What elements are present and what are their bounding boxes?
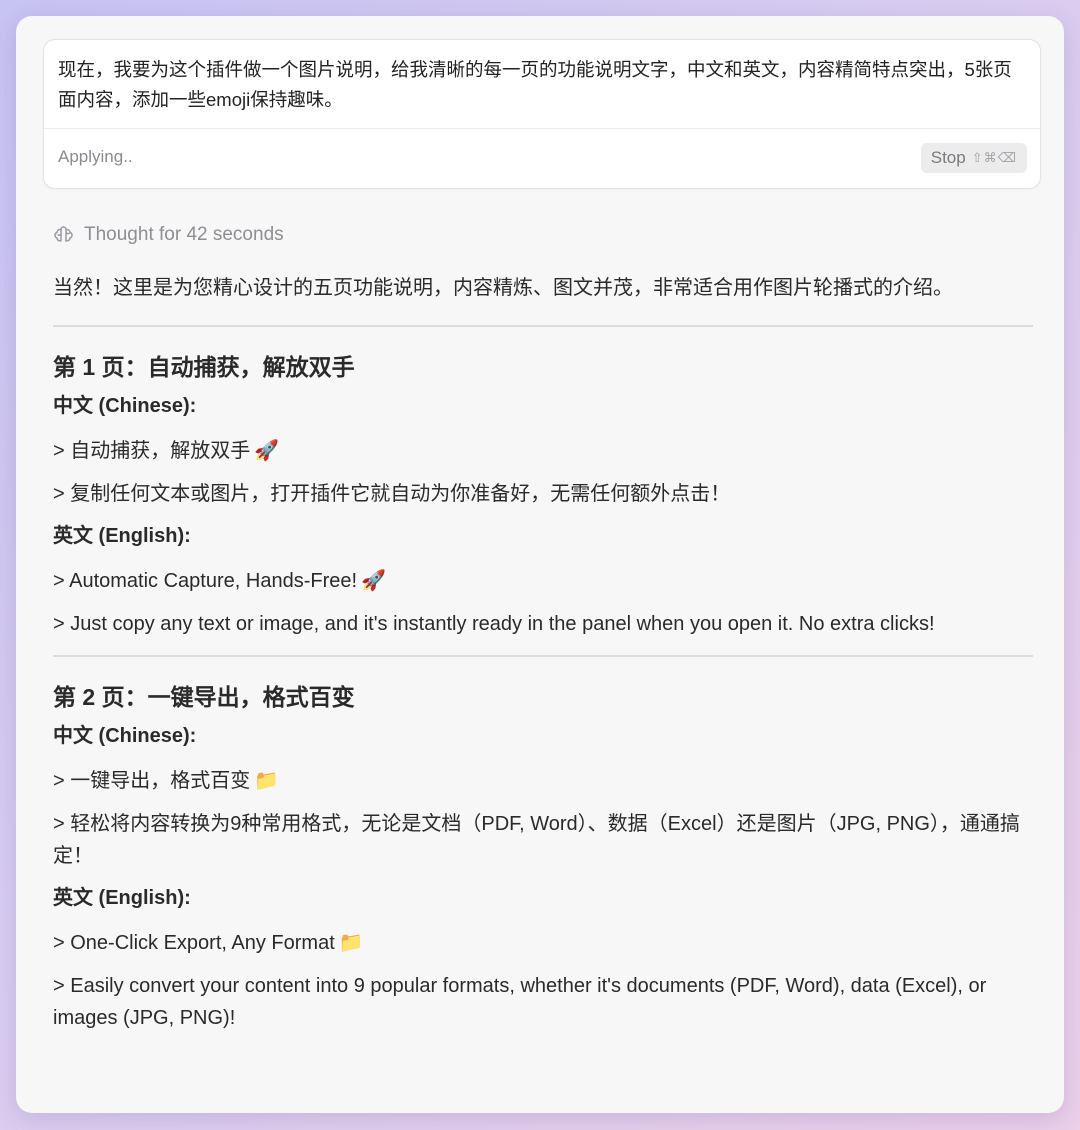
section-title: 第 2 页：一键导出，格式百变 (53, 684, 355, 710)
stop-button-label: Stop (930, 148, 966, 167)
section-divider (53, 325, 1033, 327)
quote-line: > One-Click Export, Any Format 📁 (53, 926, 1033, 959)
quote-line: > Automatic Capture, Hands-Free! 🚀 (53, 564, 1033, 597)
page-section-2: 第 2 页：一键导出，格式百变 中文 (Chinese): > 一键导出，格式百… (53, 679, 1033, 1034)
thought-toggle[interactable]: Thought for 42 seconds (53, 224, 284, 246)
quote-line: > 一键导出，格式百变 📁 (53, 764, 1033, 797)
quote-text: > 一键导出，格式百变 (53, 770, 251, 792)
chinese-label: 中文 (Chinese): (53, 395, 197, 417)
english-label: 英文 (English): (53, 887, 191, 909)
english-label: 英文 (English): (53, 525, 191, 547)
quote-line: > 复制任何文本或图片，打开插件它就自动为你准备好，无需任何额外点击！ (53, 478, 1033, 510)
section-divider (53, 655, 1033, 657)
brain-icon (53, 226, 75, 244)
applying-status: Applying.. (58, 147, 133, 166)
quote-text: > 复制任何文本或图片，打开插件它就自动为你准备好，无需任何额外点击！ (53, 483, 731, 505)
quote-text: > Automatic Capture, Hands-Free! (53, 570, 358, 592)
quote-text: > Easily convert your content into 9 pop… (53, 975, 987, 1029)
prompt-text[interactable]: 现在，我要为这个插件做一个图片说明，给我清晰的每一页的功能说明文字，中文和英文，… (58, 55, 1023, 115)
chinese-label: 中文 (Chinese): (53, 725, 197, 747)
quote-text: > 自动捕获，解放双手 (53, 440, 251, 462)
section-title: 第 1 页：自动捕获，解放双手 (53, 354, 355, 380)
quote-line: > 轻松将内容转换为9种常用格式，无论是文档（PDF, Word）、数据（Exc… (53, 808, 1033, 872)
rocket-icon: 🚀 (361, 568, 386, 592)
quote-text: > 轻松将内容转换为9种常用格式，无论是文档（PDF, Word）、数据（Exc… (53, 813, 1020, 867)
thought-label: Thought for 42 seconds (84, 224, 284, 245)
quote-line: > Just copy any text or image, and it's … (53, 608, 1033, 640)
response-content: 当然！这里是为您精心设计的五页功能说明，内容精炼、图文并茂，非常适合用作图片轮播… (53, 271, 1033, 1049)
chat-window: 现在，我要为这个插件做一个图片说明，给我清晰的每一页的功能说明文字，中文和英文，… (16, 16, 1064, 1113)
rocket-icon: 🚀 (254, 438, 280, 462)
prompt-input-box[interactable]: 现在，我要为这个插件做一个图片说明，给我清晰的每一页的功能说明文字，中文和英文，… (43, 39, 1041, 189)
page-section-1: 第 1 页：自动捕获，解放双手 中文 (Chinese): > 自动捕获，解放双… (53, 349, 1033, 640)
prompt-divider (44, 128, 1040, 129)
response-intro: 当然！这里是为您精心设计的五页功能说明，内容精炼、图文并茂，非常适合用作图片轮播… (53, 277, 953, 299)
stop-shortcut-hint: ⇧⌘⌫ (971, 150, 1017, 165)
stop-button[interactable]: Stop ⇧⌘⌫ (920, 143, 1027, 173)
quote-line: > Easily convert your content into 9 pop… (53, 970, 1033, 1034)
quote-text: > Just copy any text or image, and it's … (53, 613, 935, 635)
quote-text: > One-Click Export, Any Format (53, 932, 335, 954)
quote-line: > 自动捕获，解放双手 🚀 (53, 434, 1033, 467)
folder-icon: 📁 (254, 768, 280, 792)
folder-icon: 📁 (338, 930, 364, 954)
